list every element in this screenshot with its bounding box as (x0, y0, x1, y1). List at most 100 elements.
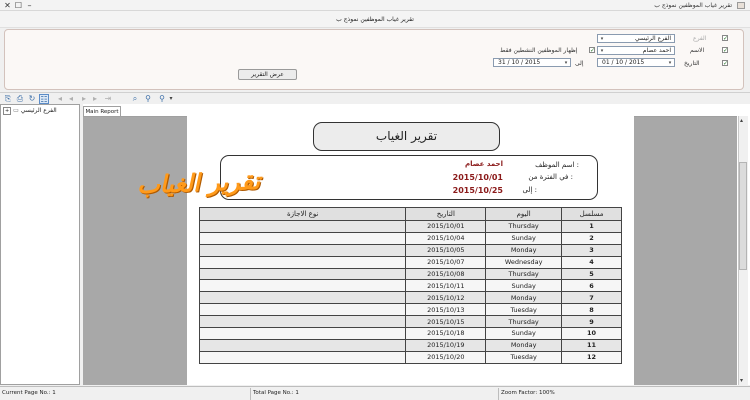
leave-cell (198, 243, 407, 257)
scroll-down-icon[interactable]: ▾ (740, 377, 743, 384)
date-to-picker[interactable]: 31 / 10 / 2015 ▾ (493, 58, 571, 67)
document-icon: ▭ (13, 107, 19, 114)
day-cell: Wednesday (485, 255, 563, 269)
active-only-checkbox[interactable]: ✓ (589, 47, 595, 54)
employee-value: احمد عصام (464, 160, 503, 168)
leave-cell (198, 255, 407, 269)
serial-cell: 3 (561, 243, 622, 257)
total-page-status: Total Page No.: 1 (253, 390, 299, 396)
table-row: 2015/10/11 Sunday 6 (198, 279, 622, 293)
prev-page-icon[interactable]: ◂ (66, 94, 76, 104)
day-cell: Sunday (485, 279, 563, 293)
leave-cell (198, 267, 407, 281)
report-title: تقرير الغياب (313, 122, 500, 151)
serial-cell: 11 (561, 338, 622, 352)
date-from-value: 01 / 10 / 2015 (602, 59, 645, 66)
date-cell: 2015/10/08 (405, 267, 487, 281)
date-cell: 2015/10/18 (405, 327, 487, 340)
serial-cell: 7 (561, 291, 622, 305)
leave-cell (198, 231, 407, 245)
binoculars-search-icon[interactable]: ⌕ (130, 94, 140, 104)
day-cell: Monday (485, 338, 563, 352)
current-page-status: Current Page No.: 1 (2, 390, 56, 396)
minimize-window-button[interactable]: – (25, 1, 34, 10)
date-cell: 2015/10/01 (405, 220, 487, 233)
serial-cell: 5 (561, 267, 622, 281)
status-divider (498, 388, 499, 400)
zoom-dropdown-icon[interactable]: ▾ (166, 94, 176, 104)
employee-label: اسم الموظف : (535, 161, 579, 169)
title-bar: ✕ ☐ – تقرير غياب الموظفين نموذج ب (0, 0, 750, 11)
tree-node-label: الفرع الرئيسي (20, 107, 57, 114)
maximize-window-button[interactable]: ☐ (14, 1, 23, 10)
show-report-button[interactable]: عرض التقرير (238, 69, 297, 80)
leave-cell (198, 350, 407, 364)
absence-table: نوع الاجازة التاريخ اليوم مسلسل 2015/10/… (198, 207, 622, 364)
search-icon[interactable]: ⚲ (143, 94, 153, 104)
branch-select[interactable]: ▾ الفرع الرئيسي (597, 34, 675, 43)
zoom-status: Zoom Factor: 100% (501, 390, 555, 396)
date-cell: 2015/10/07 (405, 255, 487, 269)
date-cell: 2015/10/05 (405, 243, 487, 257)
header-day: اليوم (485, 207, 563, 221)
from-label: في الفترة من : (528, 173, 573, 181)
active-only-label: إظهار الموظفين النشطين فقط (500, 47, 578, 54)
to-value: 2015/10/25 (452, 186, 503, 195)
tree-node-root[interactable]: + ▭ الفرع الرئيسي (3, 107, 57, 115)
date-cell: 2015/10/04 (405, 231, 487, 245)
table-row: 2015/10/13 Tuesday 8 (198, 303, 622, 317)
leave-cell (198, 220, 407, 233)
scroll-up-icon[interactable]: ▴ (740, 117, 743, 124)
scrollbar-thumb[interactable] (739, 162, 747, 270)
tree-toggle-icon[interactable]: ☷ (39, 94, 49, 104)
day-cell: Thursday (485, 220, 563, 233)
date-cell: 2015/10/13 (405, 303, 487, 317)
close-window-button[interactable]: ✕ (3, 1, 12, 10)
print-icon[interactable]: ⎙ (15, 94, 25, 104)
form-header: تقرير غياب الموظفين نموذج ب (0, 11, 750, 28)
day-cell: Thursday (485, 315, 563, 329)
filter-panel: ✓ الفرع ▾ الفرع الرئيسي ✓ الاسم ▾ احمد عصا… (4, 29, 744, 90)
serial-cell: 4 (561, 255, 622, 269)
date-from-picker[interactable]: 01 / 10 / 2015 ▾ (597, 58, 675, 67)
table-row: 2015/10/20 Tuesday 12 (198, 350, 622, 364)
branch-checkbox[interactable]: ✓ (722, 35, 728, 42)
refresh-icon[interactable]: ↻ (27, 94, 37, 104)
table-row: 2015/10/01 Thursday 1 (198, 220, 622, 233)
day-cell: Monday (485, 291, 563, 305)
date-cell: 2015/10/11 (405, 279, 487, 293)
calendar-dropdown-icon: ▾ (564, 60, 568, 66)
serial-cell: 2 (561, 231, 622, 245)
next-page-icon[interactable]: ▸ (79, 94, 89, 104)
name-checkbox[interactable]: ✓ (722, 47, 728, 54)
serial-cell: 10 (561, 327, 622, 340)
date-checkbox[interactable]: ✓ (722, 60, 728, 67)
date-cell: 2015/10/15 (405, 315, 487, 329)
leave-cell (198, 279, 407, 293)
goto-page-icon[interactable]: ⇥ (103, 94, 113, 104)
calendar-dropdown-icon: ▾ (668, 60, 672, 66)
table-row: 2015/10/04 Sunday 2 (198, 231, 622, 245)
leave-cell (198, 315, 407, 329)
chevron-down-icon: ▾ (600, 36, 604, 42)
export-icon[interactable]: ⎘ (3, 94, 13, 104)
date-to-label: إلى (575, 60, 584, 67)
serial-cell: 12 (561, 350, 622, 364)
table-row: 2015/10/19 Monday 11 (198, 338, 622, 352)
day-cell: Sunday (485, 327, 563, 340)
to-label: إلى : (522, 186, 537, 194)
last-page-icon[interactable]: ▸ (90, 94, 100, 104)
date-cell: 2015/10/12 (405, 291, 487, 305)
tab-main-report[interactable]: Main Report (83, 106, 121, 116)
table-row: 2015/10/12 Monday 7 (198, 291, 622, 305)
table-row: 2015/10/08 Thursday 5 (198, 267, 622, 281)
serial-cell: 6 (561, 279, 622, 293)
table-row: 2015/10/18 Sunday 10 (198, 327, 622, 340)
name-value: احمد عصام (642, 47, 671, 54)
first-page-icon[interactable]: ◂ (55, 94, 65, 104)
name-select[interactable]: ▾ احمد عصام (597, 46, 675, 55)
expand-icon[interactable]: + (3, 107, 12, 115)
header-serial: مسلسل (561, 207, 622, 221)
status-divider (250, 388, 251, 400)
serial-cell: 1 (561, 220, 622, 233)
